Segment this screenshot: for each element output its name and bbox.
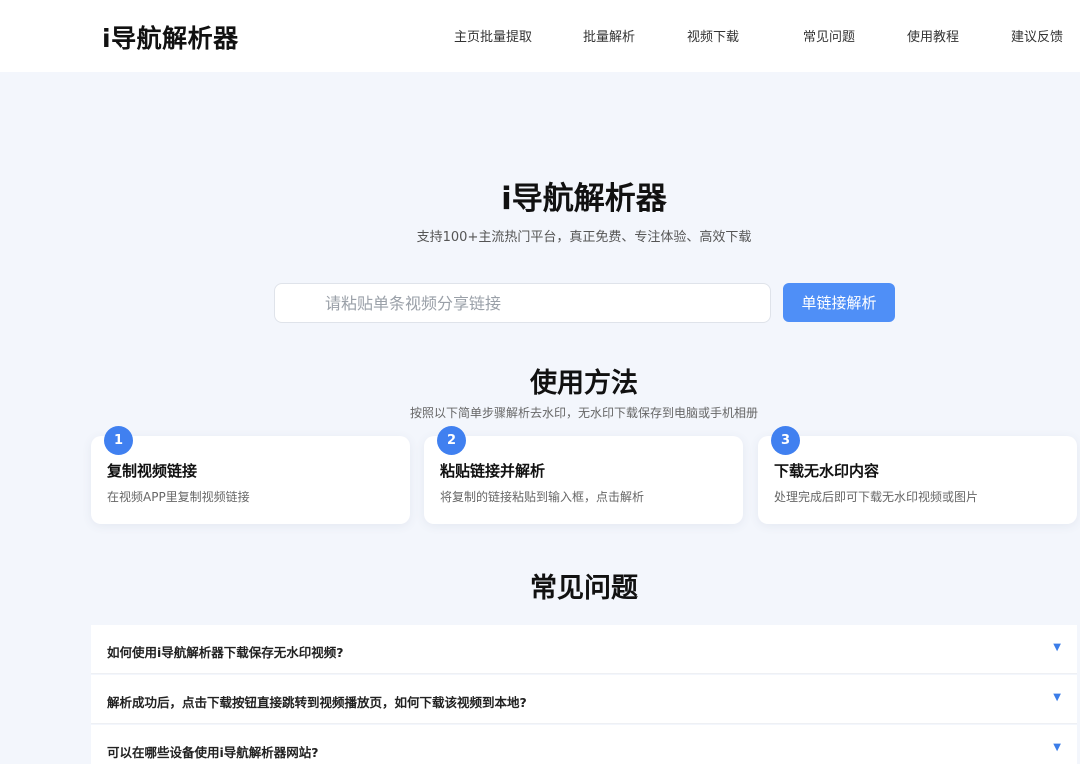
step-description: 在视频APP里复制视频链接 — [107, 490, 250, 504]
single-link-parse-button[interactable]: 单链接解析 — [783, 283, 895, 322]
link-input[interactable] — [274, 283, 771, 323]
step-title: 复制视频链接 — [107, 462, 198, 480]
faq-question: 可以在哪些设备使用i导航解析器网站? — [107, 745, 319, 760]
expand-arrow-icon[interactable]: ▼ — [1053, 692, 1061, 703]
faq-question: 解析成功后，点击下载按钮直接跳转到视频播放页，如何下载该视频到本地? — [107, 695, 527, 710]
faq-item[interactable]: 如何使用i导航解析器下载保存无水印视频? ▼ — [91, 625, 1077, 674]
expand-arrow-icon[interactable]: ▼ — [1053, 742, 1061, 753]
faq-item[interactable]: 可以在哪些设备使用i导航解析器网站? ▼ — [91, 725, 1077, 764]
step-card-copy-link: 1 复制视频链接 在视频APP里复制视频链接 — [91, 426, 410, 524]
step-number-badge: 2 — [437, 426, 466, 455]
hero-title: i导航解析器 — [501, 181, 667, 217]
nav-item-faq[interactable]: 常见问题 — [803, 26, 855, 45]
site-logo[interactable]: i导航解析器 — [102, 19, 239, 55]
site-header: i导航解析器 主页批量提取 批量解析 视频下载 常见问题 使用教程 建议反馈 — [0, 0, 1080, 72]
step-card-paste-and-parse: 2 粘贴链接并解析 将复制的链接粘贴到输入框，点击解析 — [424, 426, 743, 524]
step-title: 下载无水印内容 — [774, 462, 880, 480]
usage-section-subtitle: 按照以下简单步骤解析去水印，无水印下载保存到电脑或手机相册 — [409, 406, 758, 420]
nav-item-feedback[interactable]: 建议反馈 — [1011, 26, 1063, 45]
faq-item[interactable]: 解析成功后，点击下载按钮直接跳转到视频播放页，如何下载该视频到本地? ▼ — [91, 675, 1077, 724]
nav-item-batch-parse[interactable]: 批量解析 — [583, 26, 635, 45]
step-title: 粘贴链接并解析 — [440, 462, 546, 480]
faq-section-title: 常见问题 — [530, 573, 638, 604]
nav-item-tutorial[interactable]: 使用教程 — [907, 26, 959, 45]
step-description: 将复制的链接粘贴到输入框，点击解析 — [440, 490, 645, 504]
nav-item-homepage-batch-extract[interactable]: 主页批量提取 — [454, 26, 532, 45]
nav-item-video-download[interactable]: 视频下载 — [687, 26, 739, 45]
hero-subtitle: 支持100+主流热门平台，真正免费、专注体验、高效下载 — [416, 230, 752, 245]
step-description: 处理完成后即可下载无水印视频或图片 — [774, 490, 979, 504]
step-card-download: 3 下载无水印内容 处理完成后即可下载无水印视频或图片 — [758, 426, 1077, 524]
step-number-badge: 1 — [104, 426, 133, 455]
usage-section-title: 使用方法 — [530, 368, 638, 399]
faq-question: 如何使用i导航解析器下载保存无水印视频? — [107, 645, 344, 660]
step-number-badge: 3 — [771, 426, 800, 455]
expand-arrow-icon[interactable]: ▼ — [1053, 642, 1061, 653]
